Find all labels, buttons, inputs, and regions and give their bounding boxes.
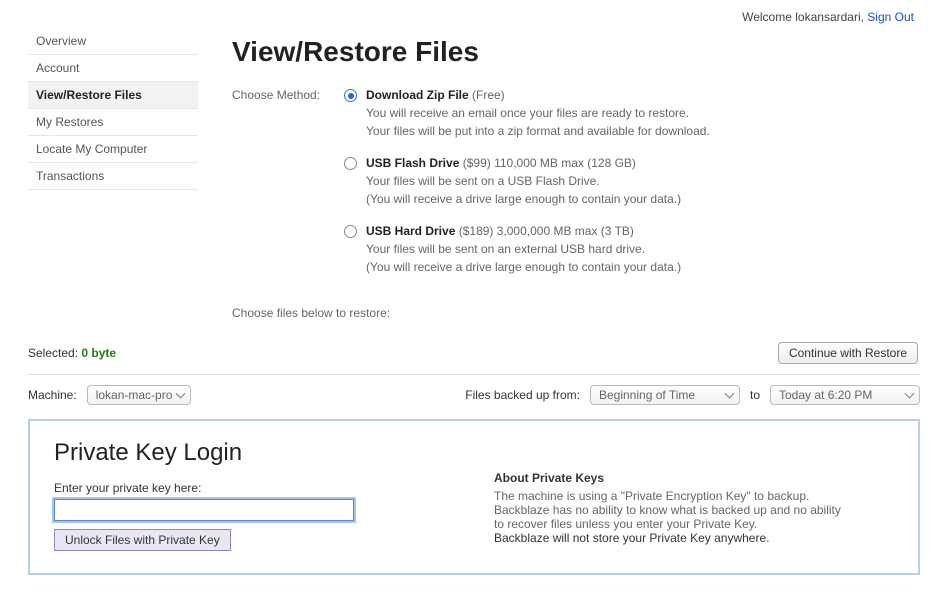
unlock-button[interactable]: Unlock Files with Private Key xyxy=(54,529,231,551)
method-title: USB Hard Drive xyxy=(366,224,455,238)
selected-label: Selected: xyxy=(28,346,81,360)
sidebar-item-overview[interactable]: Overview xyxy=(28,28,198,55)
radio-icon[interactable] xyxy=(344,157,357,170)
machine-select[interactable]: lokan-mac-pro xyxy=(87,385,192,405)
private-key-heading: Private Key Login xyxy=(54,439,454,467)
from-label: Files backed up from: xyxy=(465,388,580,402)
method-desc-line: Your files will be sent on an external U… xyxy=(366,240,681,258)
radio-icon[interactable] xyxy=(344,89,357,102)
method-option-hdd[interactable]: USB Hard Drive ($189) 3,000,000 MB max (… xyxy=(344,224,920,276)
welcome-header: Welcome lokansardari, Sign Out xyxy=(28,10,920,24)
machine-label: Machine: xyxy=(28,388,77,402)
to-date-select[interactable]: Today at 6:20 PM xyxy=(770,385,920,405)
method-title: USB Flash Drive xyxy=(366,156,459,170)
method-desc-line: Your files will be sent on a USB Flash D… xyxy=(366,172,681,190)
method-desc-line: Your files will be put into a zip format… xyxy=(366,122,710,140)
sidebar-item-locate-computer[interactable]: Locate My Computer xyxy=(28,136,198,163)
private-key-panel: Private Key Login Enter your private key… xyxy=(28,419,920,575)
sidebar-item-transactions[interactable]: Transactions xyxy=(28,163,198,190)
radio-icon[interactable] xyxy=(344,225,357,238)
about-line: to recover files unless you enter your P… xyxy=(494,517,894,531)
from-date-value: Beginning of Time xyxy=(599,388,695,402)
choose-method-label: Choose Method: xyxy=(232,88,344,292)
about-line: The machine is using a "Private Encrypti… xyxy=(494,489,894,503)
method-price: ($99) 110,000 MB max (128 GB) xyxy=(463,156,636,170)
selected-summary: Selected: 0 byte xyxy=(28,346,116,360)
from-date-select[interactable]: Beginning of Time xyxy=(590,385,740,405)
page-title: View/Restore Files xyxy=(232,36,920,68)
continue-restore-button[interactable]: Continue with Restore xyxy=(778,342,918,364)
about-title: About Private Keys xyxy=(494,471,894,485)
choose-files-label: Choose files below to restore: xyxy=(232,306,920,320)
method-desc-line: (You will receive a drive large enough t… xyxy=(366,190,681,208)
sign-out-link[interactable]: Sign Out xyxy=(867,10,914,24)
welcome-username: lokansardari xyxy=(795,10,860,24)
sidebar: Overview Account View/Restore Files My R… xyxy=(28,28,198,336)
method-desc-line: (You will receive a drive large enough t… xyxy=(366,258,681,276)
to-date-value: Today at 6:20 PM xyxy=(779,388,872,402)
about-note: Backblaze will not store your Private Ke… xyxy=(494,531,894,545)
about-line: Backblaze has no ability to know what is… xyxy=(494,503,894,517)
method-option-flash[interactable]: USB Flash Drive ($99) 110,000 MB max (12… xyxy=(344,156,920,208)
welcome-prefix: Welcome xyxy=(742,10,795,24)
method-price: (Free) xyxy=(472,88,505,102)
to-label: to xyxy=(750,388,760,402)
sidebar-item-account[interactable]: Account xyxy=(28,55,198,82)
method-price: ($189) 3,000,000 MB max (3 TB) xyxy=(459,224,634,238)
sidebar-item-my-restores[interactable]: My Restores xyxy=(28,109,198,136)
selected-value: 0 byte xyxy=(81,346,116,360)
method-option-zip[interactable]: Download Zip File (Free) You will receiv… xyxy=(344,88,920,140)
machine-value: lokan-mac-pro xyxy=(96,388,173,402)
sidebar-item-view-restore[interactable]: View/Restore Files xyxy=(28,82,198,109)
private-key-prompt: Enter your private key here: xyxy=(54,481,454,495)
private-key-input[interactable] xyxy=(54,499,354,521)
method-desc-line: You will receive an email once your file… xyxy=(366,104,710,122)
method-title: Download Zip File xyxy=(366,88,469,102)
